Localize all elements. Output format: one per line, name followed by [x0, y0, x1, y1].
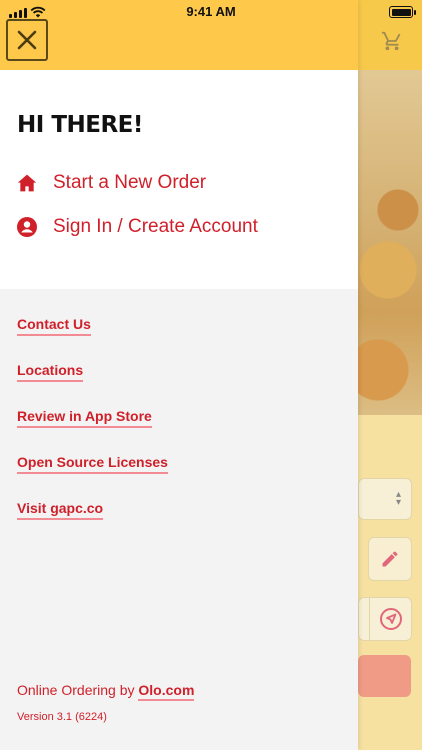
status-time: 9:41 AM: [186, 4, 236, 19]
start-new-order-label: Start a New Order: [53, 172, 207, 193]
greeting-heading: HI THERE!: [17, 112, 143, 138]
olo-link[interactable]: Olo.com: [138, 682, 195, 701]
start-new-order-item[interactable]: Start a New Order: [17, 172, 206, 194]
user-circle-icon: [17, 217, 37, 237]
sign-in-label: Sign In / Create Account: [53, 216, 258, 237]
open-source-licenses-link[interactable]: Open Source Licenses: [17, 454, 168, 474]
app-version: Version 3.1 (6224): [17, 711, 107, 723]
review-app-store-link[interactable]: Review in App Store: [17, 408, 152, 428]
locate-button[interactable]: [369, 598, 412, 640]
close-icon: [17, 30, 37, 50]
time-select[interactable]: ▴ ▾: [358, 478, 412, 520]
visit-website-link[interactable]: Visit gapc.co: [17, 500, 104, 520]
close-button[interactable]: [6, 19, 48, 61]
navigation-icon: [380, 608, 402, 630]
food-photo: [358, 70, 422, 415]
cart-icon[interactable]: [381, 30, 403, 57]
sign-in-item[interactable]: Sign In / Create Account: [17, 216, 258, 238]
primary-action-button[interactable]: [358, 655, 411, 697]
home-icon: [17, 173, 37, 193]
status-bar: 9:41 AM: [0, 0, 422, 24]
battery-icon: [389, 6, 416, 18]
address-input[interactable]: [358, 597, 412, 641]
pencil-icon: [382, 551, 398, 567]
contact-us-link[interactable]: Contact Us: [17, 316, 91, 336]
locations-link[interactable]: Locations: [17, 362, 84, 382]
edit-button[interactable]: [368, 537, 412, 581]
navigation-drawer: HI THERE! Start a New Order Sign In / Cr…: [0, 0, 358, 750]
online-ordering-prefix: Online Ordering by: [17, 682, 139, 698]
order-form-background: [358, 415, 422, 750]
online-ordering-credit: Online Ordering by Olo.com: [17, 682, 195, 701]
